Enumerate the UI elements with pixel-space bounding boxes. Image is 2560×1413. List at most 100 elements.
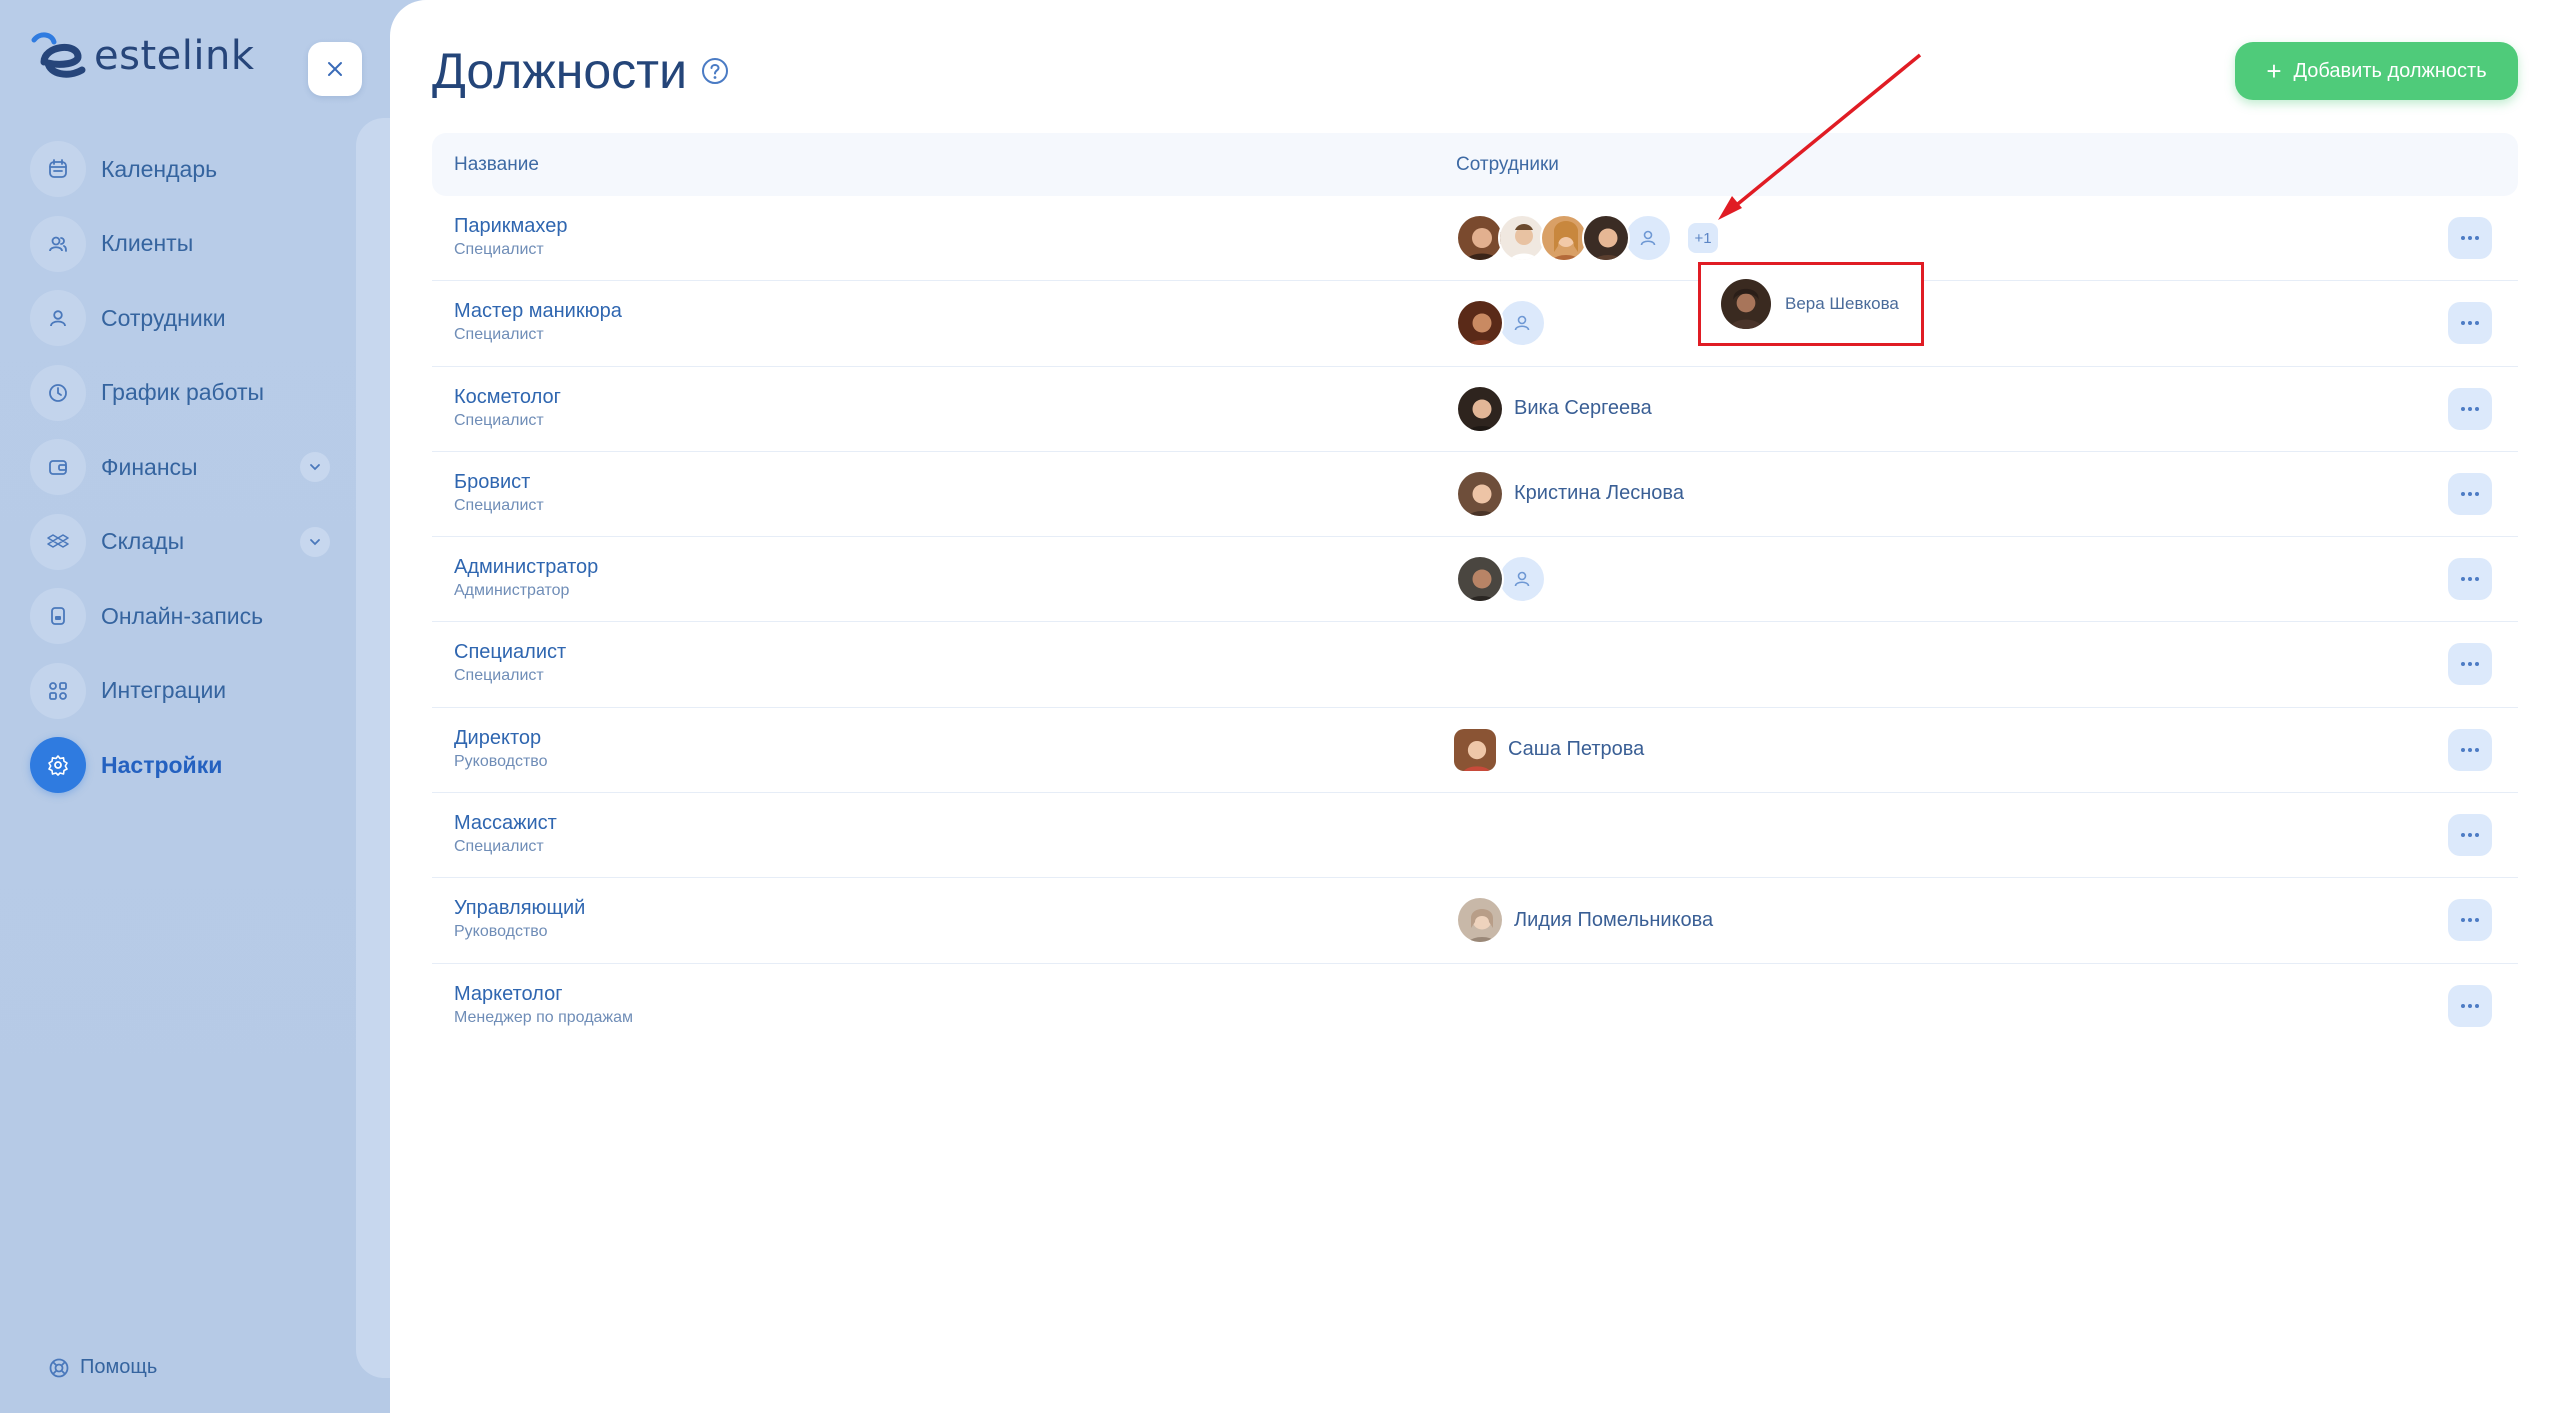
table-row[interactable]: Косметолог Специалист Вика Сергеева bbox=[432, 367, 2518, 452]
table-row[interactable]: Маркетолог Менеджер по продажам bbox=[432, 964, 2518, 1049]
sidebar-item-warehouses[interactable]: Склады bbox=[30, 505, 330, 580]
more-dots-icon bbox=[2461, 321, 2465, 326]
row-menu-button[interactable] bbox=[2448, 387, 2492, 430]
position-name[interactable]: Бровист bbox=[454, 471, 530, 494]
more-dot bbox=[2475, 491, 2479, 496]
employee-avatar[interactable] bbox=[1456, 384, 1504, 433]
sidebar-item-label: Календарь bbox=[101, 155, 218, 182]
employee-avatar[interactable] bbox=[1456, 299, 1504, 348]
position-name[interactable]: Массажист bbox=[454, 812, 557, 835]
sidebar-item-label: Настройки bbox=[101, 751, 223, 778]
employee-avatar[interactable] bbox=[1452, 726, 1498, 773]
table-row[interactable]: Директор Руководство Саша Петрова bbox=[432, 708, 2518, 794]
more-dot bbox=[2468, 321, 2472, 326]
position-category: Специалист bbox=[454, 667, 544, 685]
position-name[interactable]: Косметолог bbox=[454, 386, 561, 409]
employee-placeholder-avatar[interactable] bbox=[1498, 299, 1546, 348]
help-link[interactable]: Помощь bbox=[48, 1356, 157, 1379]
sidebar-item-employees[interactable]: Сотрудники bbox=[30, 281, 330, 356]
table-row[interactable]: Управляющий Руководство Лидия Помельнико… bbox=[432, 878, 2518, 964]
gear-icon bbox=[30, 737, 86, 794]
tooltip-employee-name[interactable]: Вера Шевкова bbox=[1785, 294, 1899, 314]
sidebar-item-settings[interactable]: Настройки bbox=[30, 728, 330, 803]
brand-name: estelink bbox=[94, 33, 255, 79]
employee-avatar[interactable] bbox=[1456, 555, 1504, 604]
more-dot bbox=[2468, 406, 2472, 411]
position-name[interactable]: Управляющий bbox=[454, 897, 585, 920]
position-name[interactable]: Мастер маникюра bbox=[454, 300, 622, 323]
position-name[interactable]: Маркетолог bbox=[454, 983, 563, 1006]
close-sidebar-button[interactable] bbox=[308, 42, 362, 96]
position-name[interactable]: Специалист bbox=[454, 641, 566, 664]
more-dot bbox=[2468, 1003, 2472, 1008]
more-dots-icon bbox=[2461, 833, 2465, 838]
position-category: Специалист bbox=[454, 326, 544, 344]
sidebar-item-online-booking[interactable]: Онлайн-запись bbox=[30, 579, 330, 654]
sidebar-item-clients[interactable]: Клиенты bbox=[30, 207, 330, 282]
position-category: Администратор bbox=[454, 582, 570, 600]
add-position-button[interactable]: + Добавить должность bbox=[2235, 42, 2518, 100]
row-menu-button[interactable] bbox=[2448, 814, 2492, 857]
row-menu-button[interactable] bbox=[2448, 728, 2492, 771]
more-dots-icon bbox=[2461, 662, 2465, 667]
employee-name[interactable]: Кристина Леснова bbox=[1514, 482, 1684, 505]
chevron-down-icon[interactable] bbox=[300, 526, 330, 557]
sidebar-item-integrations[interactable]: Интеграции bbox=[30, 654, 330, 729]
employee-avatar[interactable] bbox=[1456, 896, 1504, 945]
employee-avatar[interactable] bbox=[1498, 214, 1546, 262]
sidebar-nav: Календарь Клиенты Сотрудники График рабо… bbox=[30, 132, 330, 803]
users-icon bbox=[30, 215, 86, 272]
positions-table: Название Сотрудники Парикмахер Специалис… bbox=[432, 133, 2518, 1049]
user-icon bbox=[1514, 315, 1530, 331]
more-dot bbox=[2468, 918, 2472, 923]
employee-name[interactable]: Лидия Помельникова bbox=[1514, 909, 1713, 932]
more-dot bbox=[2475, 747, 2479, 752]
add-position-label: Добавить должность bbox=[2293, 59, 2487, 82]
table-row[interactable]: Массажист Специалист bbox=[432, 793, 2518, 879]
position-name[interactable]: Администратор bbox=[454, 556, 598, 579]
question-circle-icon[interactable] bbox=[701, 57, 729, 85]
employee-avatar[interactable] bbox=[1456, 214, 1504, 262]
employee-placeholder-avatar[interactable] bbox=[1624, 214, 1672, 262]
more-dots-icon bbox=[2461, 406, 2465, 411]
employee-avatar[interactable] bbox=[1540, 214, 1588, 262]
row-menu-button[interactable] bbox=[2448, 984, 2492, 1027]
table-row[interactable]: Бровист Специалист Кристина Леснова bbox=[432, 452, 2518, 538]
position-category: Специалист bbox=[454, 838, 544, 856]
row-menu-button[interactable] bbox=[2448, 217, 2492, 259]
column-header-name: Название bbox=[454, 153, 539, 175]
row-menu-button[interactable] bbox=[2448, 472, 2492, 515]
table-row[interactable]: Специалист Специалист bbox=[432, 622, 2518, 708]
employees-cell: Вика Сергеева bbox=[1456, 384, 1652, 434]
more-dot bbox=[2475, 1003, 2479, 1008]
main-content: Должности + Добавить должность Название … bbox=[390, 0, 2560, 1413]
sidebar-item-schedule[interactable]: График работы bbox=[30, 356, 330, 431]
more-dot bbox=[2468, 491, 2472, 496]
row-menu-button[interactable] bbox=[2448, 302, 2492, 345]
sidebar-item-label: Клиенты bbox=[101, 230, 194, 257]
employee-avatar[interactable] bbox=[1456, 469, 1504, 518]
sidebar-item-finance[interactable]: Финансы bbox=[30, 430, 330, 505]
table-row[interactable]: Мастер маникюра Специалист bbox=[432, 281, 2518, 367]
row-menu-button[interactable] bbox=[2448, 558, 2492, 601]
more-dot bbox=[2475, 406, 2479, 411]
table-row[interactable]: Администратор Администратор bbox=[432, 537, 2518, 623]
more-employees-badge[interactable]: +1 bbox=[1688, 223, 1718, 253]
employee-name[interactable]: Вика Сергеева bbox=[1514, 397, 1652, 420]
sidebar: estelink Календарь Клиенты Сотрудники Гр… bbox=[0, 0, 436, 1413]
row-menu-button[interactable] bbox=[2448, 643, 2492, 686]
employee-avatar[interactable] bbox=[1582, 214, 1630, 262]
row-menu-button[interactable] bbox=[2448, 899, 2492, 942]
chevron-down-icon[interactable] bbox=[300, 452, 330, 483]
user-icon bbox=[1514, 571, 1530, 587]
employee-name[interactable]: Саша Петрова bbox=[1508, 738, 1644, 761]
logo[interactable]: estelink bbox=[30, 30, 254, 82]
employee-avatar[interactable] bbox=[1721, 279, 1771, 329]
sidebar-item-calendar[interactable]: Календарь bbox=[30, 132, 330, 207]
position-name[interactable]: Директор bbox=[454, 727, 541, 750]
table-row[interactable]: Парикмахер Специалист +1 bbox=[432, 196, 2518, 282]
column-header-employees: Сотрудники bbox=[1456, 153, 1559, 175]
calendar-icon bbox=[30, 141, 86, 198]
position-name[interactable]: Парикмахер bbox=[454, 215, 567, 238]
employee-placeholder-avatar[interactable] bbox=[1498, 555, 1546, 604]
